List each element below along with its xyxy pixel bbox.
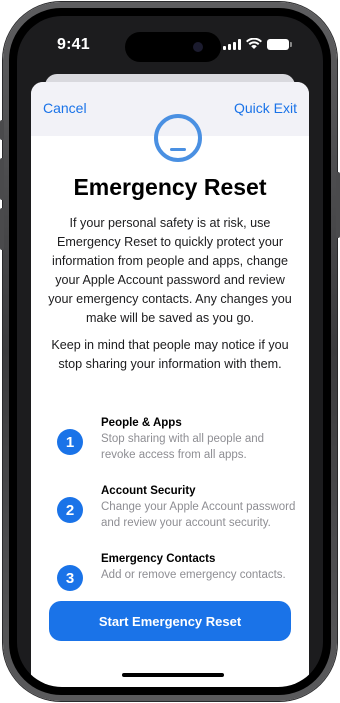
volume-down-button <box>0 208 4 250</box>
volume-up-button <box>0 158 4 200</box>
page-title: Emergency Reset <box>73 174 267 200</box>
step-title: People & Apps <box>101 417 182 429</box>
camera-dot <box>193 42 203 52</box>
screen: 9:41 Cancel Quick Exit Emergency Reset I… <box>17 16 323 687</box>
step-title: Emergency Contacts <box>101 553 216 565</box>
cancel-button[interactable]: Cancel <box>43 100 87 116</box>
status-icons <box>223 38 292 50</box>
bezel: 9:41 Cancel Quick Exit Emergency Reset I… <box>9 8 331 695</box>
status-time: 9:41 <box>57 36 90 53</box>
steps-list: 1 People & Apps Stop sharing with all pe… <box>57 415 297 619</box>
step-title: Account Security <box>101 485 196 497</box>
step-text: Emergency Contacts Add or remove emergen… <box>101 551 297 583</box>
step-description: Stop sharing with all people and revoke … <box>101 433 265 461</box>
action-button <box>0 120 4 140</box>
step-people-apps: 1 People & Apps Stop sharing with all pe… <box>57 415 297 483</box>
phone-frame: 9:41 Cancel Quick Exit Emergency Reset I… <box>0 2 340 701</box>
step-account-security: 2 Account Security Change your Apple Acc… <box>57 483 297 551</box>
step-description: Add or remove emergency contacts. <box>101 569 286 581</box>
status-bar: 9:41 <box>17 16 323 70</box>
wifi-icon <box>246 38 262 49</box>
emergency-reset-icon <box>154 114 202 162</box>
side-button <box>336 172 340 238</box>
home-indicator[interactable] <box>122 673 224 677</box>
battery-icon <box>267 38 292 50</box>
step-number-badge: 1 <box>57 429 83 455</box>
step-number-badge: 2 <box>57 497 83 523</box>
emergency-reset-sheet: Cancel Quick Exit Emergency Reset If you… <box>31 82 309 687</box>
quick-exit-button[interactable]: Quick Exit <box>234 100 297 116</box>
note-text: Keep in mind that people may notice if y… <box>51 338 289 371</box>
step-description: Change your Apple Account password and r… <box>101 501 296 529</box>
step-text: Account Security Change your Apple Accou… <box>101 483 297 531</box>
step-number-badge: 3 <box>57 565 83 591</box>
intro-text: If your personal safety is at risk, use … <box>48 216 292 325</box>
start-emergency-reset-button[interactable]: Start Emergency Reset <box>49 601 291 641</box>
dynamic-island <box>125 32 221 62</box>
step-text: People & Apps Stop sharing with all peop… <box>101 415 297 463</box>
signal-icon <box>223 38 241 50</box>
